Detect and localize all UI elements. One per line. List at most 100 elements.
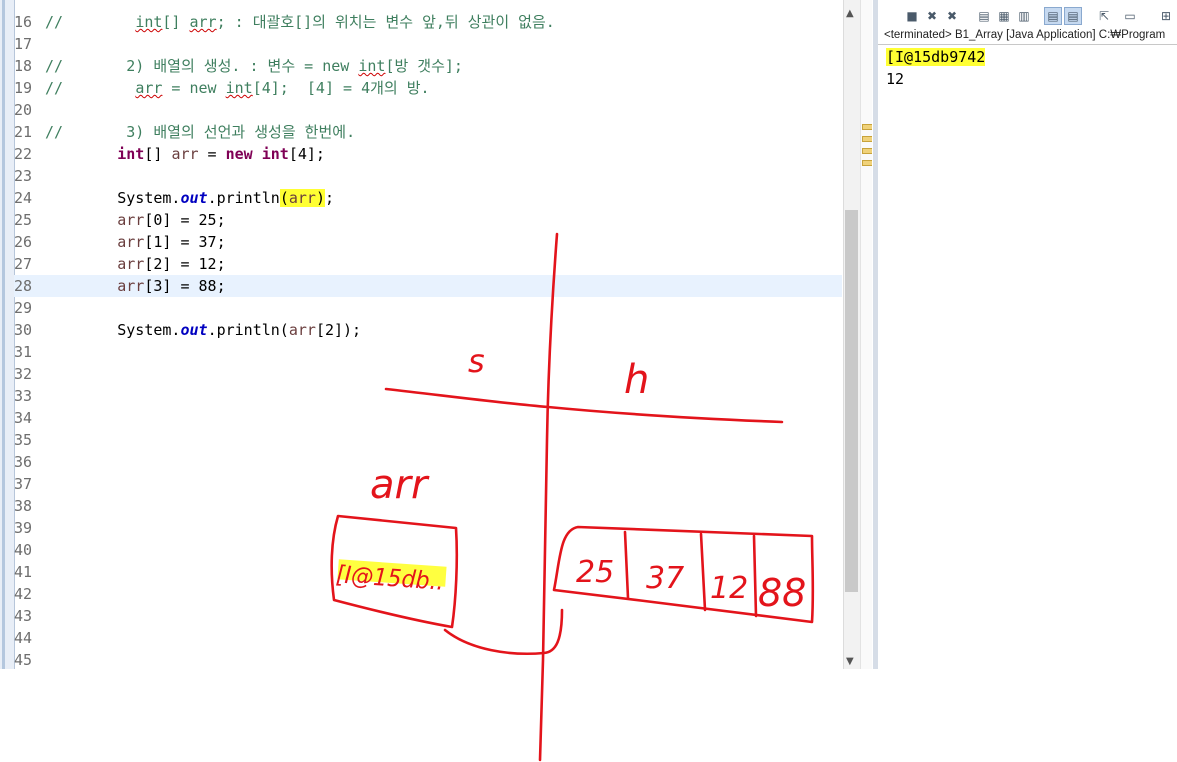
console-view[interactable]: ■ ✖ ✖ ▤ ▦ ▥ ▤ ▤ ⇱ ▭ ⊞ <terminated> B1_Array [Java … — [878, 0, 1177, 669]
line-number: 33 — [14, 387, 33, 405]
occurrence-marker[interactable] — [862, 160, 872, 166]
editor-scroll-thumb[interactable] — [845, 210, 858, 592]
code-token: arr — [117, 255, 145, 273]
current-code-line[interactable]: 28 arr[3] = 88; — [14, 275, 842, 297]
code-token: System. — [45, 189, 181, 207]
code-token: arr — [171, 145, 199, 163]
line-number: 37 — [14, 475, 33, 493]
scroll-up-icon[interactable]: ▲ — [846, 8, 854, 19]
code-token: int — [358, 57, 386, 75]
code-line[interactable]: 16 // int[] arr; : 대괄호[]의 위치는 변수 앞,뒤 상관이 … — [14, 11, 842, 33]
code-token: arr — [288, 189, 316, 207]
show-stdout-icon[interactable]: ▤ — [1044, 7, 1062, 25]
code-line[interactable]: 43 — [14, 605, 842, 627]
console-toolbar: ■ ✖ ✖ ▤ ▦ ▥ ▤ ▤ ⇱ ▭ ⊞ — [878, 6, 1177, 28]
code-token: // 3) 배열의 선언과 생성을 한번에. — [45, 123, 356, 141]
code-token: ) — [315, 189, 325, 207]
code-line[interactable]: 44 — [14, 627, 842, 649]
code-token: arr — [117, 233, 145, 251]
editor-gutter — [0, 0, 15, 669]
occurrence-marker[interactable] — [862, 148, 872, 154]
code-line[interactable]: 24 System.out.println(arr); — [14, 187, 842, 209]
display-console-icon[interactable]: ▭ — [1122, 8, 1138, 24]
pin-console-icon[interactable]: ⇱ — [1096, 8, 1112, 24]
terminate-icon[interactable]: ■ — [904, 8, 920, 24]
code-line[interactable]: 20 — [14, 99, 842, 121]
code-line[interactable]: 35 — [14, 429, 842, 451]
overview-ruler[interactable] — [860, 0, 872, 669]
code-line[interactable]: 17 — [14, 33, 842, 55]
code-line[interactable]: 18 // 2) 배열의 생성. : 변수 = new int[방 갯수]; — [14, 55, 842, 77]
code-token: int — [135, 13, 163, 31]
line-number: 22 — [14, 145, 33, 163]
code-text: arr[1] = 37; — [45, 231, 226, 253]
code-line[interactable]: 30 System.out.println(arr[2]); — [14, 319, 842, 341]
remove-launch-icon[interactable]: ✖ — [924, 8, 940, 24]
line-number: 43 — [14, 607, 33, 625]
code-line[interactable]: 37 — [14, 473, 842, 495]
scroll-lock-icon[interactable]: ▦ — [996, 8, 1012, 24]
code-token: ; : 대괄호[]의 위치는 변수 앞,뒤 상관이 없음. — [216, 13, 555, 31]
code-line[interactable]: 32 — [14, 363, 842, 385]
remove-all-icon[interactable]: ✖ — [944, 8, 960, 24]
code-token: int — [225, 79, 253, 97]
code-token: [] — [162, 13, 190, 31]
code-line[interactable]: 31 — [14, 341, 842, 363]
line-number: 38 — [14, 497, 33, 515]
line-number: 27 — [14, 255, 33, 273]
code-line[interactable]: 36 — [14, 451, 842, 473]
code-token: [1] = 37; — [144, 233, 226, 251]
occurrence-marker[interactable] — [862, 136, 872, 142]
line-number: 17 — [14, 35, 33, 53]
code-token: // — [45, 79, 136, 97]
code-line[interactable]: 38 — [14, 495, 842, 517]
code-line[interactable]: 41 — [14, 561, 842, 583]
line-number: 35 — [14, 431, 33, 449]
code-text: arr[0] = 25; — [45, 209, 225, 231]
code-line[interactable]: 29 — [14, 297, 842, 319]
clear-console-icon[interactable]: ▤ — [976, 8, 992, 24]
code-text: arr[2] = 12; — [45, 253, 225, 275]
code-line[interactable]: 34 — [14, 407, 842, 429]
code-token: .println — [207, 189, 280, 207]
code-token: [2]); — [315, 321, 362, 339]
code-line[interactable]: 27 arr[2] = 12; — [14, 253, 842, 275]
code-line[interactable]: 19 // arr = new int[4]; [4] = 4개의 방. — [14, 77, 842, 99]
code-token: [4]; [4] = 4개의 방. — [252, 79, 430, 97]
scroll-down-icon[interactable]: ▼ — [846, 656, 854, 667]
code-editor[interactable]: 16// int[] arr; : 대괄호[]의 위치는 변수 앞,뒤 상관이 … — [0, 0, 872, 669]
line-number: 41 — [14, 563, 33, 581]
code-line[interactable]: 42 — [14, 583, 842, 605]
line-number: 20 — [14, 101, 33, 119]
code-line[interactable]: 33 — [14, 385, 842, 407]
code-line[interactable]: 22 int[] arr = new int[4]; — [14, 143, 842, 165]
line-number: 45 — [14, 651, 33, 669]
code-line[interactable]: 26 arr[1] = 37; — [14, 231, 842, 253]
code-token: // — [45, 13, 136, 31]
highlighted-output: [I@15db9742 — [886, 48, 986, 66]
code-token: [4]; — [288, 145, 325, 163]
console-output-line: 12 — [886, 70, 905, 88]
line-number: 19 — [14, 79, 33, 97]
line-number: 36 — [14, 453, 33, 471]
code-line[interactable]: 25 arr[0] = 25; — [14, 209, 842, 231]
code-token: arr — [189, 13, 217, 31]
show-stderr-icon[interactable]: ▤ — [1064, 7, 1082, 25]
code-token: ; — [324, 189, 334, 207]
code-token: arr — [135, 79, 163, 97]
console-output-line: [I@15db9742 — [886, 46, 986, 68]
code-token: = new — [162, 79, 226, 97]
code-line[interactable]: 40 — [14, 539, 842, 561]
line-number: 29 — [14, 299, 33, 317]
code-text: // 2) 배열의 생성. : 변수 = new int[방 갯수]; — [45, 55, 463, 77]
line-number: 18 — [14, 57, 33, 75]
word-wrap-icon[interactable]: ▥ — [1016, 8, 1032, 24]
open-console-icon[interactable]: ⊞ — [1158, 8, 1174, 24]
code-line[interactable]: 45 — [14, 649, 842, 669]
code-line[interactable]: 39 — [14, 517, 842, 539]
occurrence-marker[interactable] — [862, 124, 872, 130]
code-line[interactable]: 21 // 3) 배열의 선언과 생성을 한번에. — [14, 121, 842, 143]
code-line[interactable]: 23 — [14, 165, 842, 187]
